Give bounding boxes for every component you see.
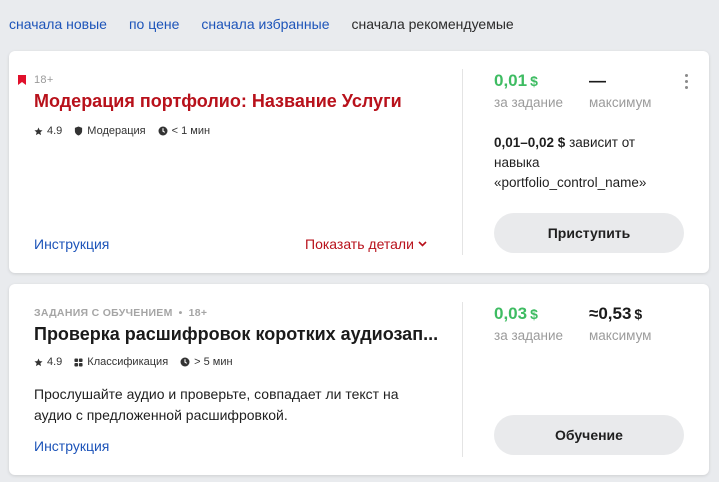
age-rating: 18+: [34, 74, 54, 86]
star-icon: [34, 126, 43, 136]
shield-icon: [74, 126, 83, 136]
max-label: максимум: [589, 95, 652, 110]
age-rating: 18+: [188, 307, 208, 319]
sort-by-price[interactable]: по цене: [129, 16, 179, 36]
duration-label: > 5 мин: [194, 356, 233, 368]
sort-bar: сначала новые по цене сначала избранные …: [9, 16, 536, 36]
max-value: —: [589, 71, 606, 90]
task-description: Прослушайте аудио и проверьте, совпадает…: [34, 386, 399, 423]
sort-recommended[interactable]: сначала рекомендуемые: [352, 16, 514, 36]
price-per-task: 0,03 $: [494, 304, 538, 324]
max-earnings: ≈0,53 $: [589, 304, 642, 324]
price-label: за задание: [494, 328, 564, 343]
training-button[interactable]: Обучение: [494, 415, 684, 455]
task-card[interactable]: 18+ Модерация портфолио: Название Услуги…: [9, 51, 709, 273]
chevron-down-icon: [418, 241, 427, 247]
price-value: 0,01: [494, 71, 528, 90]
instruction-link[interactable]: Инструкция: [34, 438, 109, 454]
max-value: ≈0,53: [589, 304, 632, 323]
instruction-link[interactable]: Инструкция: [34, 236, 109, 252]
task-stats: 4.9 Модерация < 1 мин: [34, 125, 222, 137]
rating-value: 4.9: [47, 356, 63, 368]
price-range: 0,01–0,02 $: [494, 135, 566, 150]
price-currency: $: [530, 73, 538, 89]
max-label: максимум: [589, 328, 652, 343]
max-currency: $: [634, 306, 643, 322]
rating-value: 4.9: [47, 125, 63, 137]
training-tag: ЗАДАНИЯ С ОБУЧЕНИЕМ: [34, 307, 173, 319]
price-currency: $: [530, 306, 538, 322]
price-value: 0,03: [494, 304, 528, 323]
price-per-task: 0,01 $: [494, 71, 538, 91]
sort-newest[interactable]: сначала новые: [9, 16, 107, 36]
task-title[interactable]: Проверка расшифровок коротких аудиозап..…: [34, 324, 438, 345]
price-note: 0,01–0,02 $ зависит от навыка «portfolio…: [494, 133, 674, 193]
sort-favorites[interactable]: сначала избранные: [201, 16, 329, 36]
card-divider: [462, 69, 463, 255]
grid-icon: [74, 357, 83, 367]
card-divider: [462, 302, 463, 457]
star-icon: [34, 357, 43, 367]
bookmark-icon[interactable]: [18, 75, 26, 85]
task-tags: ЗАДАНИЯ С ОБУЧЕНИЕМ • 18+: [34, 307, 208, 319]
clock-icon: [180, 357, 190, 367]
category-label: Классификация: [87, 356, 169, 368]
kebab-menu-icon[interactable]: [681, 72, 691, 90]
duration-label: < 1 мин: [171, 125, 211, 137]
task-title[interactable]: Модерация портфолио: Название Услуги: [34, 91, 402, 112]
clock-icon: [158, 126, 168, 136]
price-label: за задание: [494, 95, 564, 110]
category-label: Модерация: [87, 125, 146, 137]
task-card[interactable]: ЗАДАНИЯ С ОБУЧЕНИЕМ • 18+ Проверка расшифр…: [9, 284, 709, 475]
start-button[interactable]: Приступить: [494, 213, 684, 253]
show-details-link[interactable]: Показать детали: [305, 236, 427, 252]
max-earnings: —: [589, 71, 606, 91]
show-details-label: Показать детали: [305, 236, 414, 252]
task-stats: 4.9 Классификация > 5 мин: [34, 356, 245, 368]
